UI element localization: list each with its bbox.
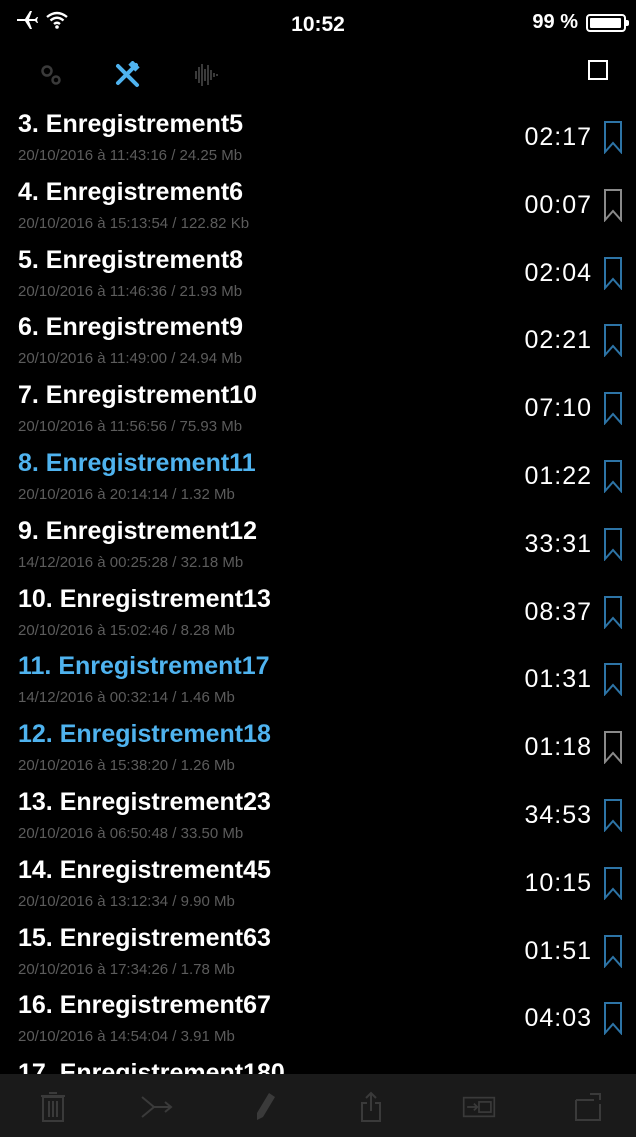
- bookmark-icon[interactable]: [602, 934, 624, 969]
- list-item[interactable]: 9. Enregistrement12 14/12/2016 à 00:25:28…: [0, 509, 636, 577]
- recordings-list[interactable]: 3. Enregistrement5 20/10/2016 à 11:43:16 …: [0, 102, 636, 1074]
- battery-percentage: 99 %: [532, 11, 578, 33]
- recording-details: 20/10/2016 à 20:14:14 / 1.32 Mb: [18, 485, 235, 503]
- merge-icon[interactable]: [140, 1090, 174, 1124]
- recording-duration: 01:31: [524, 665, 592, 694]
- bookmark-icon[interactable]: [602, 662, 624, 698]
- recording-details: 20/10/2016 à 11:56:56 / 75.93 Mb: [18, 418, 243, 436]
- status-bar: 10:52 99 %: [0, 0, 636, 48]
- recording-title: 10. Enregistrement13: [18, 584, 271, 613]
- list-item[interactable]: 4. Enregistrement6 20/10/2016 à 15:13:54 …: [0, 170, 636, 238]
- recording-title: 11. Enregistrement17: [18, 652, 270, 681]
- recording-duration: 01:18: [524, 733, 592, 762]
- top-toolbar: [0, 52, 636, 96]
- list-item[interactable]: 17. Enregistrement180: [0, 1051, 636, 1074]
- bookmark-icon[interactable]: [602, 459, 624, 494]
- recording-title: 15. Enregistrement63: [18, 923, 271, 952]
- recording-duration: 07:10: [524, 394, 592, 423]
- battery-icon: [586, 13, 629, 32]
- recording-title: 5. Enregistrement8: [18, 245, 244, 274]
- list-item[interactable]: 7. Enregistrement10 20/10/2016 à 11:56:56…: [0, 373, 636, 441]
- bookmark-icon[interactable]: [602, 256, 624, 291]
- recording-details: 20/10/2016 à 11:43:16 / 24.25 Mb: [18, 147, 243, 164]
- recording-title: 17. Enregistrement180: [18, 1059, 285, 1074]
- share-icon[interactable]: [354, 1090, 388, 1124]
- trash-icon[interactable]: [36, 1090, 70, 1124]
- recording-details: 14/12/2016 à 00:32:14 / 1.46 Mb: [18, 689, 235, 707]
- recording-duration: 02:17: [524, 123, 592, 151]
- recording-title: 9. Enregistrement12: [18, 516, 257, 545]
- recording-title: 14. Enregistrement45: [18, 855, 271, 884]
- move-icon[interactable]: [462, 1090, 496, 1124]
- list-item[interactable]: 5. Enregistrement8 20/10/2016 à 11:46:36 …: [0, 238, 636, 306]
- recording-details: 20/10/2016 à 11:49:00 / 24.94 Mb: [18, 350, 243, 368]
- recording-details: 20/10/2016 à 13:12:34 / 9.90 Mb: [18, 892, 235, 910]
- list-item[interactable]: 3. Enregistrement5 20/10/2016 à 11:43:16 …: [0, 102, 636, 170]
- recording-title: 8. Enregistrement11: [18, 448, 256, 477]
- list-item[interactable]: 11. Enregistrement17 14/12/2016 à 00:32:1…: [0, 644, 636, 712]
- bookmark-icon[interactable]: [602, 730, 624, 765]
- bookmark-icon[interactable]: [602, 1001, 624, 1036]
- bookmark-icon[interactable]: [602, 798, 624, 833]
- bottom-toolbar: [0, 1074, 636, 1137]
- recording-details: 20/10/2016 à 06:50:48 / 33.50 Mb: [18, 824, 244, 842]
- bookmark-icon[interactable]: [602, 323, 624, 359]
- bookmark-icon[interactable]: [602, 391, 624, 426]
- recording-duration: 04:03: [524, 1004, 592, 1033]
- settings-gears-icon[interactable]: [36, 60, 66, 90]
- bookmark-icon[interactable]: [602, 595, 624, 630]
- recording-duration: 02:04: [524, 258, 592, 287]
- bookmark-icon[interactable]: [602, 527, 624, 562]
- list-item[interactable]: 10. Enregistrement13 20/10/2016 à 15:02:4…: [0, 577, 636, 645]
- recording-duration: 10:15: [524, 868, 592, 897]
- recording-details: 20/10/2016 à 14:54:04 / 3.91 Mb: [18, 1028, 235, 1046]
- recording-duration: 00:07: [524, 190, 592, 219]
- recording-details: 20/10/2016 à 17:34:26 / 1.78 Mb: [18, 960, 235, 978]
- status-right: 99 %: [532, 11, 629, 34]
- recording-duration: 01:51: [524, 936, 592, 965]
- waveform-icon[interactable]: [190, 60, 220, 90]
- recording-details: 20/10/2016 à 11:46:36 / 21.93 Mb: [18, 282, 243, 300]
- bookmark-icon[interactable]: [602, 188, 624, 223]
- bookmark-icon[interactable]: [602, 120, 624, 155]
- list-item[interactable]: 16. Enregistrement67 20/10/2016 à 14:54:0…: [0, 983, 636, 1051]
- list-item[interactable]: 15. Enregistrement63 20/10/2016 à 17:34:2…: [0, 916, 636, 984]
- recording-title: 6. Enregistrement9: [18, 313, 244, 342]
- list-item[interactable]: 14. Enregistrement45 20/10/2016 à 13:12:3…: [0, 848, 636, 916]
- tools-icon[interactable]: [112, 60, 142, 90]
- list-item[interactable]: 8. Enregistrement11 20/10/2016 à 20:14:14…: [0, 441, 636, 509]
- recording-title: 12. Enregistrement18: [18, 720, 271, 749]
- recording-duration: 08:37: [524, 597, 592, 626]
- recording-duration: 02:21: [524, 326, 592, 355]
- recording-duration: 33:31: [524, 529, 592, 558]
- recording-title: 3. Enregistrement5: [18, 110, 244, 138]
- recording-title: 7. Enregistrement10: [18, 381, 257, 410]
- recording-details: 20/10/2016 à 15:02:46 / 8.28 Mb: [18, 621, 235, 639]
- recording-duration: 34:53: [524, 800, 592, 829]
- recording-details: 20/10/2016 à 15:38:20 / 1.26 Mb: [18, 757, 235, 775]
- recording-details: 20/10/2016 à 15:13:54 / 122.82 Kb: [18, 214, 250, 232]
- pencil-icon[interactable]: [248, 1090, 282, 1124]
- recording-details: 14/12/2016 à 00:25:28 / 32.18 Mb: [18, 553, 244, 571]
- list-item[interactable]: 6. Enregistrement9 20/10/2016 à 11:49:00 …: [0, 305, 636, 373]
- recording-title: 16. Enregistrement67: [18, 991, 271, 1020]
- recording-duration: 01:22: [524, 461, 592, 490]
- bookmark-icon[interactable]: [602, 866, 624, 901]
- recording-title: 4. Enregistrement6: [18, 177, 244, 206]
- select-all-checkbox[interactable]: [588, 60, 608, 80]
- recording-title: 13. Enregistrement23: [18, 787, 271, 816]
- list-item[interactable]: 13. Enregistrement23 20/10/2016 à 06:50:4…: [0, 780, 636, 848]
- list-item[interactable]: 12. Enregistrement18 20/10/2016 à 15:38:2…: [0, 712, 636, 780]
- export-icon[interactable]: [572, 1090, 606, 1124]
